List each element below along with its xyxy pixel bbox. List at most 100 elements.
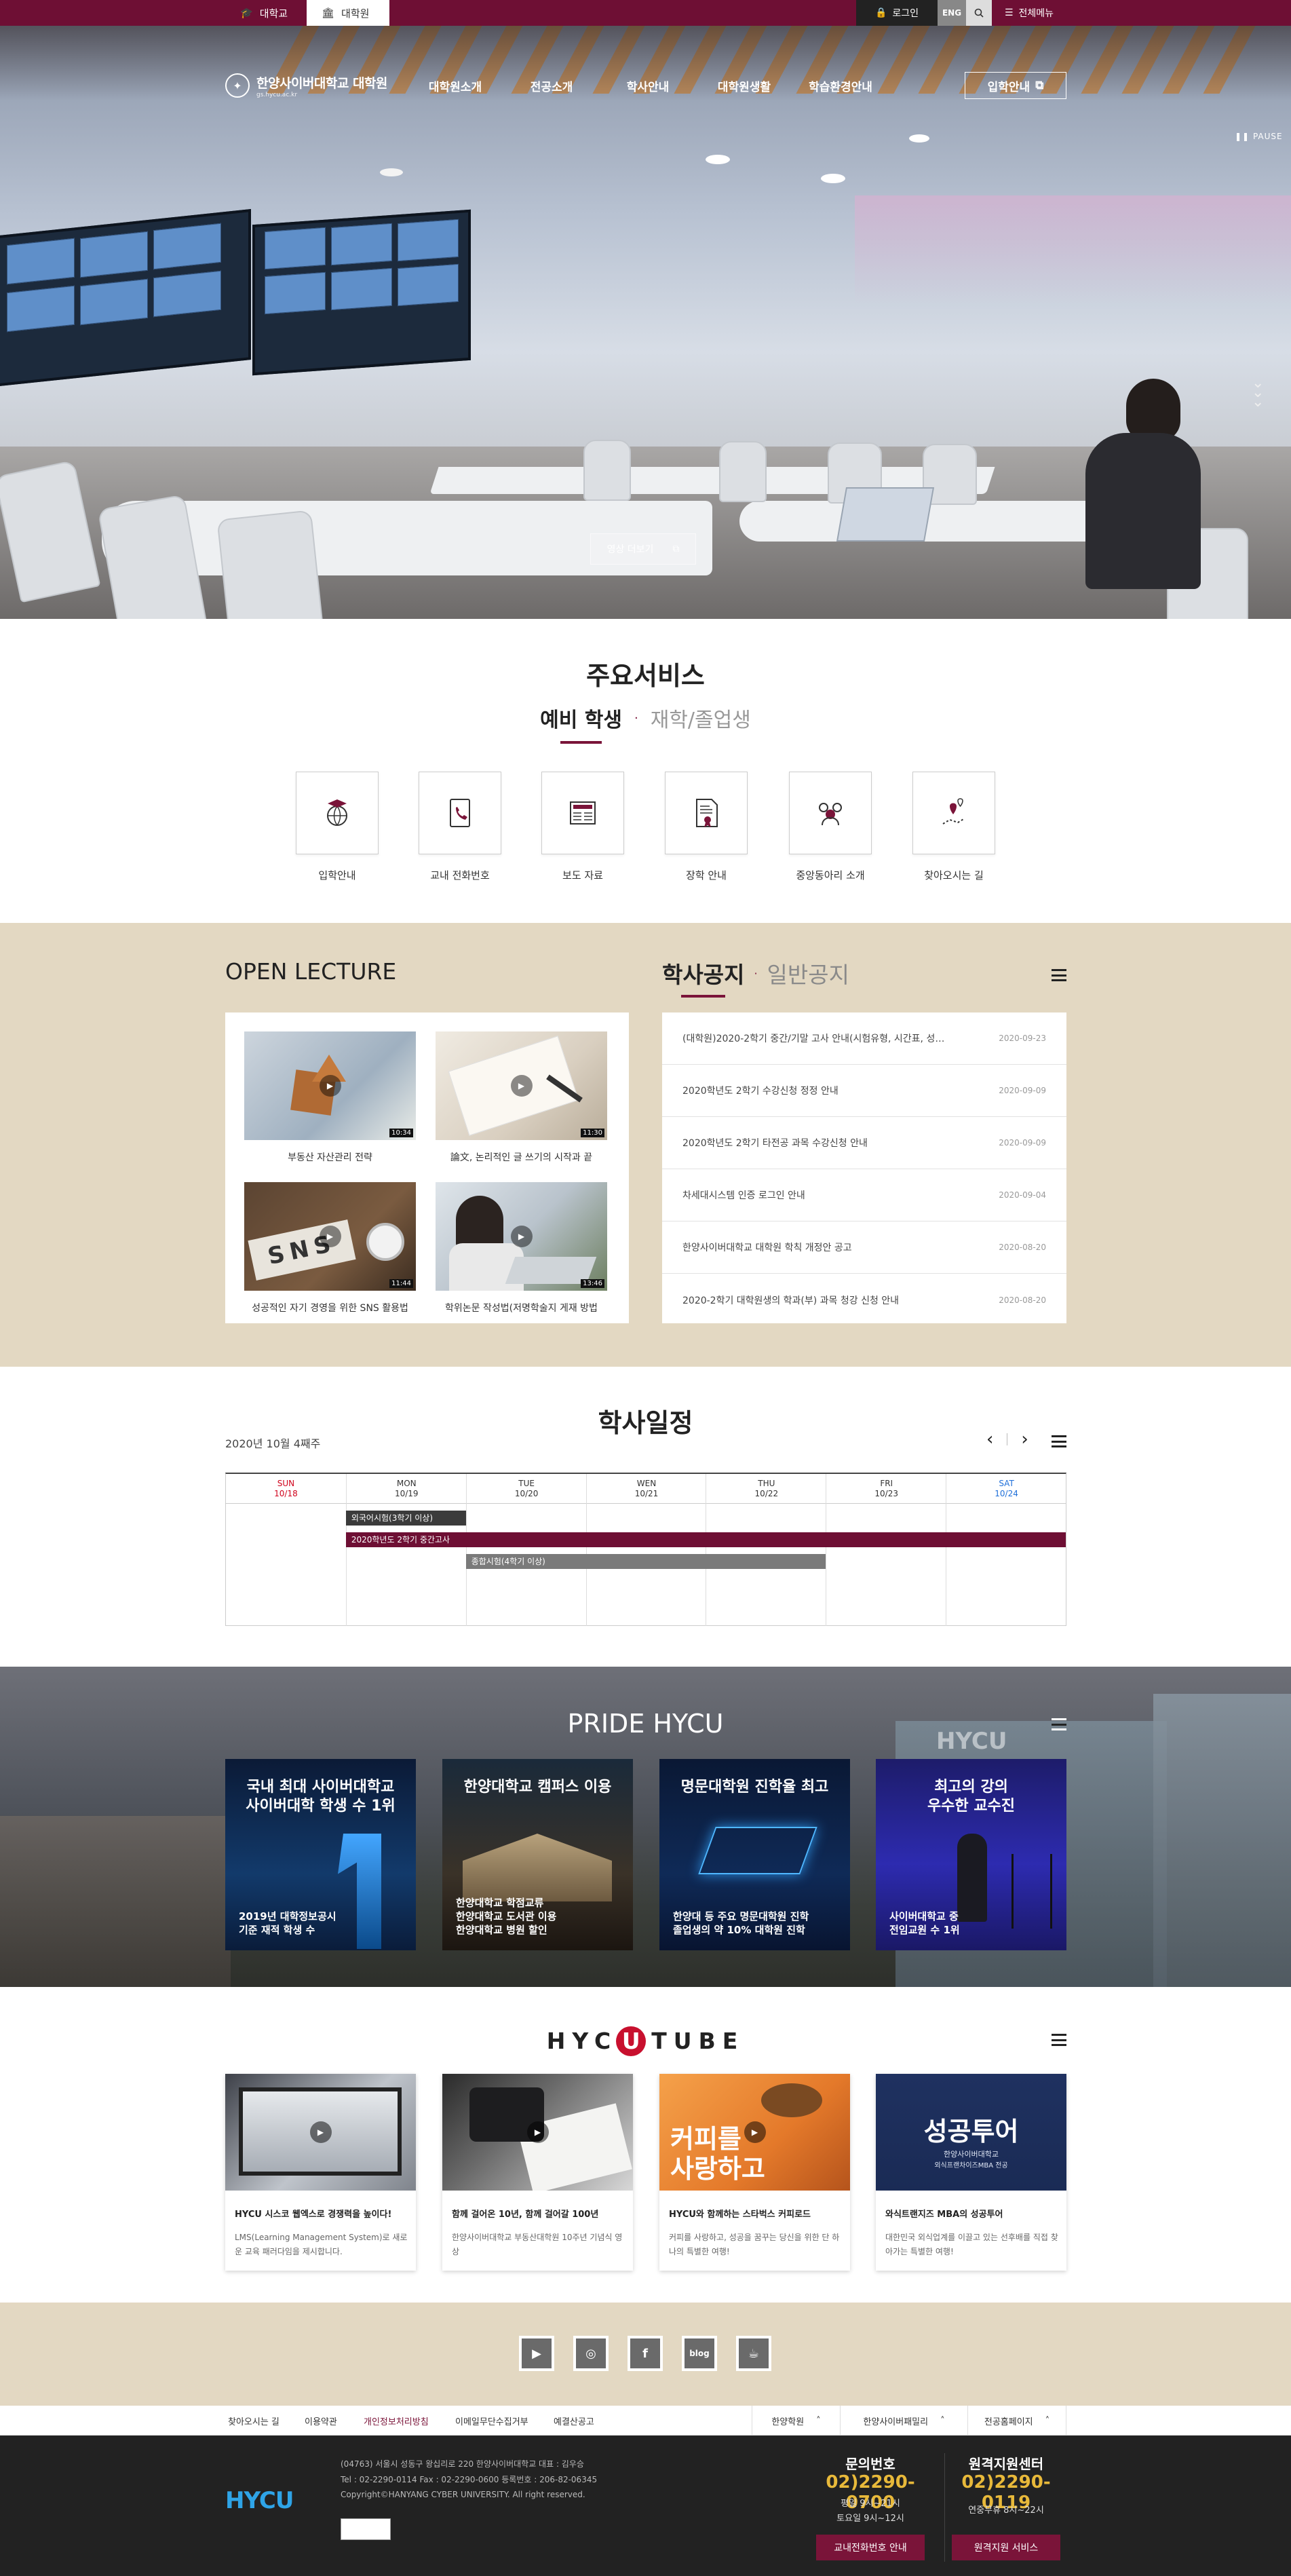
pride-subtext: 한양대학교 병원 할인	[456, 1924, 547, 1936]
chevron-left-icon[interactable]: ‹	[986, 1429, 993, 1450]
notice-row[interactable]: 2020학년도 2학기 수강신청 정정 안내 2020-09-09	[662, 1065, 1066, 1117]
pride-card[interactable]: 한양대학교 캠퍼스 이용 한양대학교 학점교류 한양대학교 도서관 이용 한양대학교…	[442, 1759, 633, 1950]
service-label: 교내 전화번호	[430, 869, 490, 882]
notice-date: 2020-08-20	[999, 1243, 1046, 1252]
pride-more-icon[interactable]	[1052, 1718, 1066, 1730]
footer-link-email-refusal[interactable]: 이메일무단수집거부	[455, 2414, 528, 2427]
footer-address: (04763) 서울시 성동구 왕십리로 220 한양사이버대학교 대표 : 김…	[341, 2459, 584, 2469]
video-card[interactable]: ▶ HYCU 시스코 웹엑스로 경쟁력을 높이다! LMS(Learning M…	[225, 2074, 416, 2271]
pride-card[interactable]: 명문대학원 진학율 최고 한양대 등 주요 명문대학원 진학 졸업생의 약 10%…	[659, 1759, 850, 1950]
family-site-select[interactable]: 한양학원 ˄	[752, 2406, 840, 2436]
nav-item-majors[interactable]: 전공소개	[503, 77, 600, 94]
video-card[interactable]: 커피를 사랑하고 ▶ HYCU와 함께하는 스타벅스 커피로드 커피를 사랑하고,…	[659, 2074, 850, 2271]
hycutube-title-pre: HYC	[546, 2028, 618, 2054]
tab-academic-notice[interactable]: 학사공지	[662, 957, 744, 998]
notice-row[interactable]: 2020-2학기 대학원생의 학과(부) 과목 청강 신청 안내 2020-08-…	[662, 1274, 1066, 1326]
video-card[interactable]: 성공투어 한양사이버대학교 외식프랜차이즈MBA 전공 와식트랜지즈 MBA의 …	[876, 2074, 1066, 2271]
notice-row[interactable]: 2020학년도 2학기 타전공 과목 수강신청 안내 2020-09-09	[662, 1117, 1066, 1169]
instagram-link[interactable]: ◎	[573, 2336, 609, 2371]
scroll-down-icon[interactable]: ⌄ ⌄ ⌄	[1252, 376, 1264, 410]
footer-link-terms[interactable]: 이용약관	[305, 2414, 337, 2427]
calendar-day-column: THU 10/22	[706, 1474, 827, 1626]
logo-subtitle: gs.hycu.ac.kr	[256, 91, 298, 98]
slider-pause-button[interactable]: ❚❚ PAUSE	[1235, 132, 1283, 141]
family-site-select[interactable]: 전공홈페이지 ˄	[967, 2406, 1066, 2436]
calendar-event-bar[interactable]: 2020학년도 2학기 중간고사	[345, 1532, 1066, 1547]
nav-item-academic[interactable]: 학사안내	[600, 77, 696, 94]
video-more-button[interactable]: 영상 더보기 ⧉	[590, 533, 696, 565]
blog-icon: blog	[685, 2338, 714, 2368]
pride-headline: 사이버대학 학생 수 1위	[246, 1798, 396, 1815]
duration-badge: 10:34	[389, 1129, 413, 1137]
play-icon: ▶	[309, 2121, 332, 2143]
footer-link-budget[interactable]: 예결산공고	[554, 2414, 594, 2427]
footer-link-privacy[interactable]: 개인정보처리방침	[364, 2414, 429, 2427]
calendar-day-date: 10/19	[394, 1489, 419, 1498]
all-menu-button[interactable]: ☰ 전체메뉴	[992, 0, 1066, 26]
service-label: 장학 안내	[686, 869, 727, 882]
calendar-day-name: THU	[758, 1479, 775, 1488]
service-item-press[interactable]: 보도 자료	[541, 772, 624, 882]
calendar-event-bar[interactable]: 외국어시험(3학기 이상)	[345, 1511, 466, 1526]
tab-general-notice[interactable]: 일반공지	[767, 957, 849, 989]
video-card[interactable]: ▶ 함께 걸어온 10년, 함께 걸어갈 100년 한양사이버대학교 부동산대학…	[442, 2074, 633, 2271]
chevron-right-icon[interactable]: ›	[1021, 1429, 1028, 1450]
site-logo[interactable]: ✦ 한양사이버대학교 대학원 gs.hycu.ac.kr	[225, 71, 387, 100]
pride-card[interactable]: 최고의 강의 우수한 교수진 사이버대학교 중 전임교원 수 1위	[876, 1759, 1066, 1950]
lecture-item[interactable]: ▶ 11:30 論文, 논리적인 글 쓰기의 시작과 끝	[436, 1031, 607, 1164]
calendar-day-date: 10/21	[634, 1489, 659, 1498]
pride-card[interactable]: 국내 최대 사이버대학교 사이버대학 학생 수 1위 2019년 대학정보공시 기준…	[225, 1759, 416, 1950]
tab-university[interactable]: 🎓 대학교	[225, 0, 307, 26]
nav-item-student-life[interactable]: 대학원생활	[696, 77, 792, 94]
facebook-icon: f	[630, 2338, 660, 2368]
service-item-clubs[interactable]: 중앙동아리 소개	[789, 772, 872, 882]
youtube-link[interactable]: ▶	[519, 2336, 554, 2371]
play-icon: ▶	[510, 1075, 533, 1097]
family-site-select[interactable]: 한양사이버패밀리 ˄	[840, 2406, 967, 2436]
nav-item-grad-intro[interactable]: 대학원소개	[407, 77, 503, 94]
search-button[interactable]	[966, 0, 992, 26]
video-description: 한양사이버대학교 부동산대학원 10주년 기념식 영상	[452, 2233, 623, 2256]
calendar-day-column: TUE 10/20	[465, 1474, 587, 1626]
calendar-day-name: TUE	[518, 1479, 535, 1488]
remote-support-button[interactable]: 원격지원 서비스	[952, 2535, 1060, 2560]
tab-graduate-school[interactable]: 🏛 대학원	[307, 0, 389, 26]
nav-item-learning-env[interactable]: 학습환경안내	[792, 77, 889, 94]
notice-title: 한양사이버대학교 대학원 학칙 개정안 공고	[682, 1243, 852, 1253]
footer-link-directions[interactable]: 찾아오시는 길	[228, 2414, 280, 2427]
english-site-button[interactable]: ENG	[938, 0, 966, 26]
notice-row[interactable]: 한양사이버대학교 대학원 학칙 개정안 공고 2020-08-20	[662, 1221, 1066, 1274]
service-label: 찾아오시는 길	[924, 869, 984, 882]
admission-button[interactable]: 입학안내 ⧉	[965, 72, 1066, 99]
lecture-thumbnail: ▶ 11:30	[436, 1031, 607, 1140]
calendar-event-bar[interactable]: 종합시험(4학기 이상)	[465, 1554, 826, 1569]
blog-link[interactable]: blog	[682, 2336, 717, 2371]
notice-title: 2020학년도 2학기 타전공 과목 수강신청 안내	[682, 1138, 868, 1149]
tab-current-students[interactable]: 재학/졸업생	[651, 703, 751, 733]
pride-subtext: 한양대학교 도서관 이용	[456, 1910, 557, 1922]
calendar-more-icon[interactable]	[1052, 1435, 1066, 1447]
calendar-day-name: WEN	[636, 1479, 657, 1488]
login-button[interactable]: 🔒 로그인	[856, 0, 938, 26]
cafe-link[interactable]: ☕	[736, 2336, 771, 2371]
pride-headline: 한양대학교 캠퍼스 이용	[463, 1779, 612, 1796]
phone-directory-button[interactable]: 교내전화번호 안내	[816, 2535, 925, 2560]
calendar-day-column: MON 10/19	[345, 1474, 467, 1626]
lecture-item[interactable]: ▶ 10:34 부동산 자산관리 전략	[244, 1031, 416, 1164]
remote-support-title: 원격지원센터	[968, 2456, 1044, 2472]
notice-row[interactable]: (대학원)2020-2학기 중간/기말 고사 안내(시험유형, 시간표, 성… 2…	[662, 1012, 1066, 1065]
hycutube-more-icon[interactable]	[1052, 2034, 1066, 2046]
newspaper-icon	[541, 772, 624, 854]
service-item-directions[interactable]: 찾아오시는 길	[912, 772, 995, 882]
lecture-item[interactable]: SNS ▶ 11:44 성공적인 자기 경영을 위한 SNS 활용법	[244, 1182, 416, 1314]
service-item-scholarship[interactable]: 장학 안내	[665, 772, 748, 882]
service-label: 입학안내	[318, 869, 356, 882]
lecture-item[interactable]: ▶ 13:46 학위논문 작성법(저명학술지 게재 방법	[436, 1182, 607, 1314]
external-link-icon: ⧉	[672, 544, 680, 554]
service-item-phone[interactable]: 교내 전화번호	[419, 772, 501, 882]
notice-more-icon[interactable]	[1052, 969, 1066, 981]
service-item-admission[interactable]: 입학안내	[296, 772, 379, 882]
notice-row[interactable]: 차세대시스템 인증 로그인 안내 2020-09-04	[662, 1169, 1066, 1221]
facebook-link[interactable]: f	[628, 2336, 663, 2371]
tab-prospective-students[interactable]: 예비 학생	[540, 703, 622, 744]
